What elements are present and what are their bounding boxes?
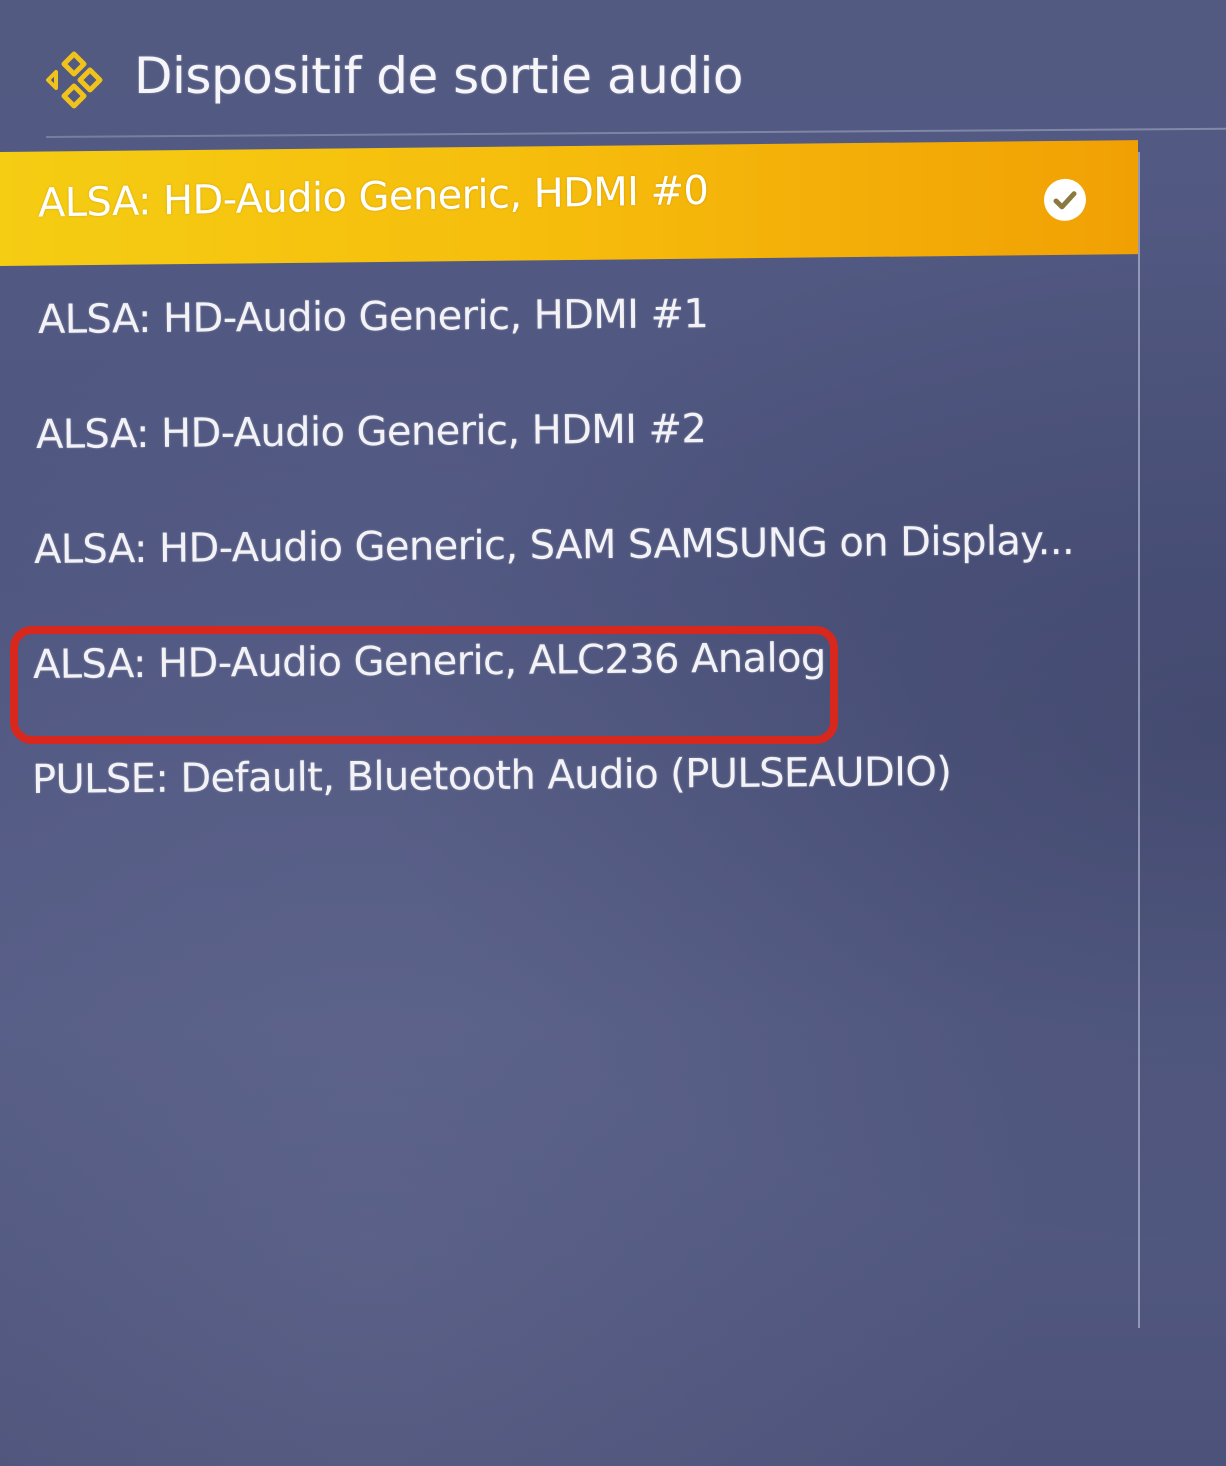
device-label: ALSA: HD-Audio Generic, ALC236 Analog <box>32 635 826 688</box>
kodi-logo-icon <box>44 50 112 118</box>
header-divider <box>45 127 1226 138</box>
device-item-hdmi-2[interactable]: ALSA: HD-Audio Generic, HDMI #2 <box>0 383 1138 497</box>
dialog-title: Dispositif de sortie audio <box>134 47 744 105</box>
device-item-pulse-bluetooth[interactable]: PULSE: Default, Bluetooth Audio (PULSEAU… <box>0 728 1138 842</box>
device-label: ALSA: HD-Audio Generic, HDMI #1 <box>37 291 709 343</box>
device-item-samsung-display[interactable]: ALSA: HD-Audio Generic, SAM SAMSUNG on D… <box>0 498 1138 612</box>
device-item-hdmi-0[interactable]: ALSA: HD-Audio Generic, HDMI #0 <box>0 140 1138 266</box>
device-item-hdmi-1[interactable]: ALSA: HD-Audio Generic, HDMI #1 <box>0 268 1138 382</box>
audio-device-list: ALSA: HD-Audio Generic, HDMI #0 ALSA: HD… <box>0 140 1140 1328</box>
device-label: ALSA: HD-Audio Generic, HDMI #2 <box>35 406 707 458</box>
device-label: PULSE: Default, Bluetooth Audio (PULSEAU… <box>31 748 952 803</box>
device-item-alc236-analog[interactable]: ALSA: HD-Audio Generic, ALC236 Analog <box>0 613 1138 727</box>
dialog-header: Dispositif de sortie audio <box>0 0 1226 138</box>
checkmark-circle-icon <box>1044 178 1086 222</box>
device-label: ALSA: HD-Audio Generic, HDMI #0 <box>37 167 709 227</box>
device-label: ALSA: HD-Audio Generic, SAM SAMSUNG on D… <box>33 517 1075 573</box>
